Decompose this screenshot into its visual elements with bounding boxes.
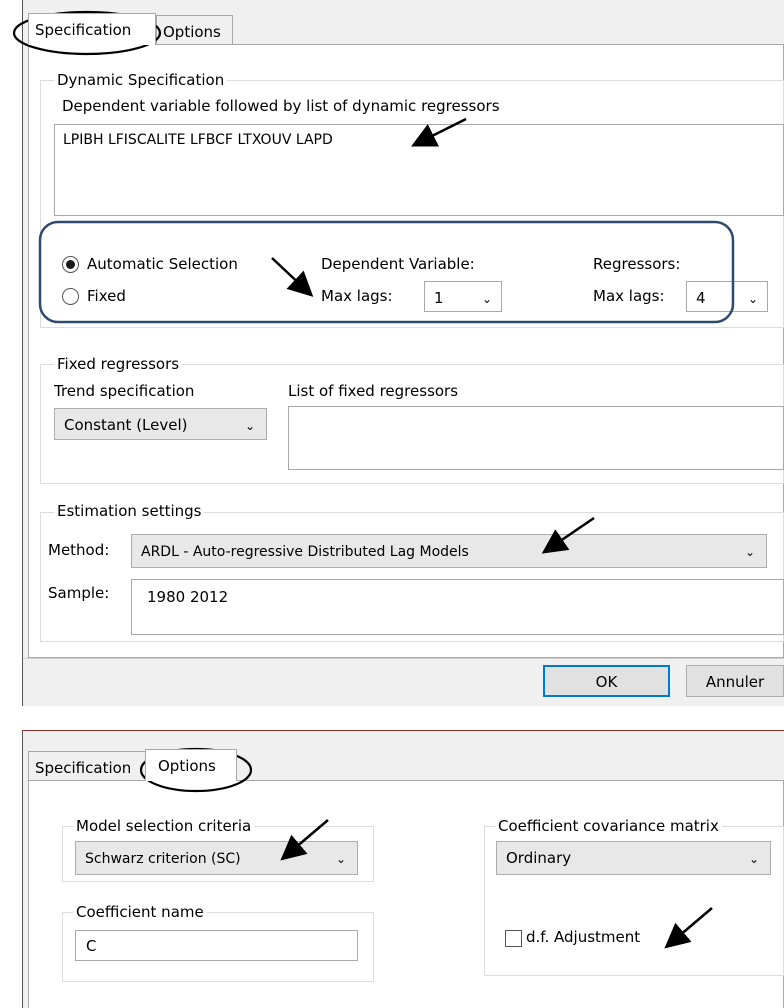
sample-input[interactable]: 1980 2012 — [131, 579, 784, 635]
covariance-value: Ordinary — [506, 849, 572, 867]
covariance-select[interactable]: Ordinary ⌄ — [496, 841, 771, 875]
estimation-settings-title: Estimation settings — [54, 502, 205, 520]
chevron-down-icon: ⌄ — [335, 852, 347, 866]
df-adjustment-label: d.f. Adjustment — [526, 928, 641, 946]
top-dialog-footer-divider — [23, 658, 784, 659]
coefficient-name-input[interactable]: C — [75, 930, 358, 961]
covariance-title: Coefficient covariance matrix — [495, 817, 722, 835]
coefficient-name-title: Coefficient name — [73, 903, 207, 921]
model-selection-value: Schwarz criterion (SC) — [85, 851, 241, 867]
dynamic-spec-title: Dynamic Specification — [54, 71, 228, 89]
dep-max-lags-select[interactable]: 1 ⌄ — [424, 281, 502, 312]
radio-selected-dot — [66, 260, 75, 269]
cancel-button-label: Annuler — [705, 673, 765, 691]
coefficient-name-value: C — [86, 937, 97, 955]
fixed-regressors-textarea[interactable] — [288, 406, 784, 470]
reg-max-lags-label: Max lags: — [593, 287, 665, 305]
model-selection-title: Model selection criteria — [73, 817, 255, 835]
method-value: ARDL - Auto-regressive Distributed Lag M… — [141, 544, 469, 560]
trend-spec-select[interactable]: Constant (Level) ⌄ — [54, 408, 267, 440]
tab-options-label: Options — [163, 23, 221, 41]
model-selection-select[interactable]: Schwarz criterion (SC) ⌄ — [75, 841, 358, 875]
automatic-selection-radio[interactable] — [62, 256, 79, 273]
fixed-label: Fixed — [87, 287, 126, 305]
sample-value: 1980 2012 — [147, 588, 229, 606]
dynamic-regressors-textarea[interactable]: LPIBH LFISCALITE LFBCF LTXOUV LAPD — [54, 124, 784, 216]
df-adjustment-checkbox[interactable] — [505, 930, 522, 947]
fixed-regressors-title: Fixed regressors — [54, 355, 183, 373]
dependent-variable-label: Dependent Variable: — [321, 255, 475, 273]
fixed-radio[interactable] — [62, 288, 79, 305]
automatic-selection-label: Automatic Selection — [87, 255, 238, 273]
reg-max-lags-value: 4 — [696, 289, 706, 307]
trend-spec-label: Trend specification — [54, 382, 195, 400]
method-label: Method: — [48, 541, 110, 559]
ok-button[interactable]: OK — [543, 665, 670, 697]
chevron-down-icon: ⌄ — [244, 419, 256, 433]
method-select[interactable]: ARDL - Auto-regressive Distributed Lag M… — [131, 534, 767, 568]
fixed-list-label: List of fixed regressors — [288, 382, 459, 400]
reg-max-lags-select[interactable]: 4 ⌄ — [686, 281, 768, 312]
dep-max-lags-label: Max lags: — [321, 287, 393, 305]
dynamic-spec-caption: Dependent variable followed by list of d… — [62, 97, 500, 115]
chevron-down-icon: ⌄ — [744, 545, 756, 559]
trend-spec-value: Constant (Level) — [64, 416, 188, 434]
chevron-down-icon: ⌄ — [747, 292, 759, 306]
tab-options[interactable]: Options — [156, 15, 233, 44]
chevron-down-icon: ⌄ — [748, 852, 760, 866]
tab-specification[interactable]: Specification — [28, 13, 156, 45]
tab-specification-label: Specification — [35, 21, 132, 39]
tab-specification-label: Specification — [35, 759, 132, 777]
tab-options[interactable]: Options — [145, 749, 237, 781]
ok-button-label: OK — [595, 673, 618, 691]
regressors-label: Regressors: — [593, 255, 681, 273]
dep-max-lags-value: 1 — [434, 289, 444, 307]
chevron-down-icon: ⌄ — [481, 292, 493, 306]
dynamic-regressors-value: LPIBH LFISCALITE LFBCF LTXOUV LAPD — [63, 132, 333, 148]
sample-label: Sample: — [48, 584, 110, 602]
cancel-button[interactable]: Annuler — [686, 665, 784, 697]
tab-options-label: Options — [158, 757, 216, 775]
tab-specification[interactable]: Specification — [28, 751, 145, 780]
